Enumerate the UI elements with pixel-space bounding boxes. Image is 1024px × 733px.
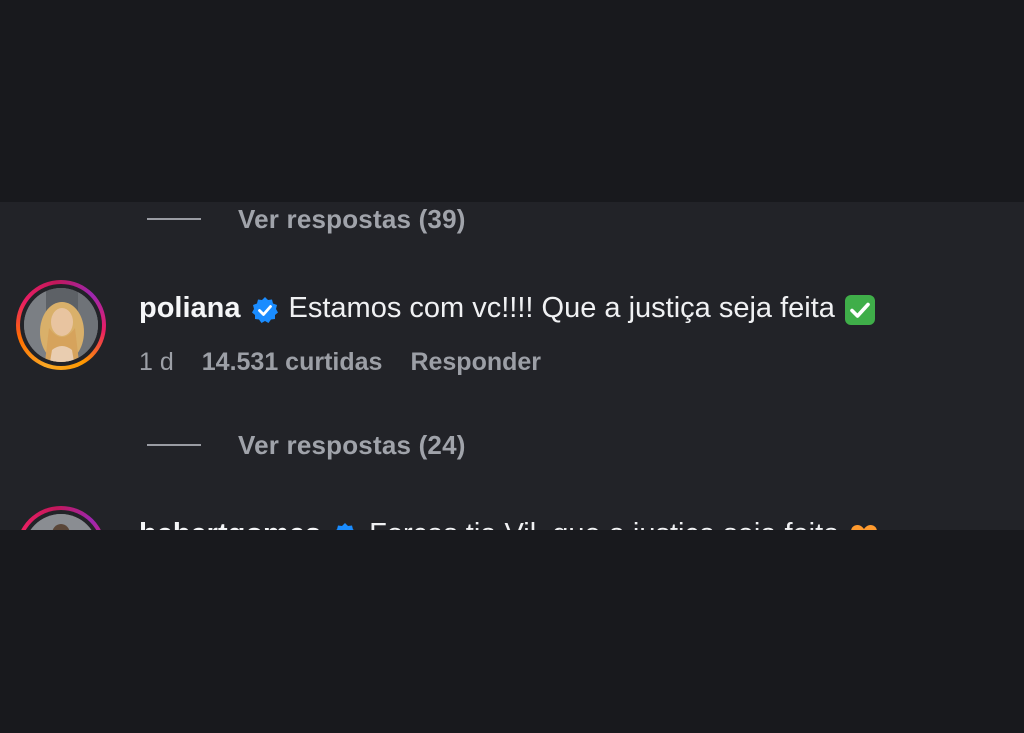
replies-divider-line: [147, 218, 201, 220]
comment-username[interactable]: poliana: [139, 292, 241, 325]
avatar-photo-icon: [24, 288, 98, 362]
view-replies-label: Ver respostas (39): [238, 203, 466, 234]
verified-badge-icon: [251, 296, 279, 324]
comment-body: Estamos com vc!!!! Que a justiça seja fe…: [288, 292, 835, 324]
likes-count[interactable]: 14.531 curtidas: [202, 348, 383, 377]
comment-text-line: hebertgomes Forças tia Vil, que a justiç…: [139, 518, 879, 530]
avatar-story-ring[interactable]: [16, 280, 106, 370]
view-replies-button-1[interactable]: Ver respostas (39): [147, 204, 466, 234]
check-mark-emoji-icon: [844, 294, 875, 325]
letterbox-bottom: [0, 530, 1024, 733]
comment-text-line: poliana Estamos com vc!!!! Que a justiça…: [139, 292, 875, 325]
avatar: [24, 288, 98, 362]
comment-item: hebertgomes Forças tia Vil, que a justiç…: [16, 506, 1016, 530]
comment-item: poliana Estamos com vc!!!! Que a justiça…: [16, 280, 1016, 390]
comment-username[interactable]: hebertgomes: [139, 518, 321, 530]
reply-button[interactable]: Responder: [410, 348, 541, 377]
comments-panel: Ver respostas (39) poliana Estamos com v…: [0, 202, 1024, 530]
letterbox-top: [0, 0, 1024, 202]
verified-badge-icon: [331, 522, 359, 530]
orange-heart-emoji-icon: [849, 522, 879, 530]
avatar-story-ring[interactable]: [16, 506, 106, 530]
comment-body: Forças tia Vil, que a justiça seja feita: [369, 518, 839, 530]
comment-meta: 1 d 14.531 curtidas Responder: [139, 348, 541, 377]
view-replies-label: Ver respostas (24): [238, 429, 466, 460]
comment-timestamp: 1 d: [139, 348, 174, 376]
view-replies-button-2[interactable]: Ver respostas (24): [147, 430, 466, 460]
replies-divider-line: [147, 444, 201, 446]
